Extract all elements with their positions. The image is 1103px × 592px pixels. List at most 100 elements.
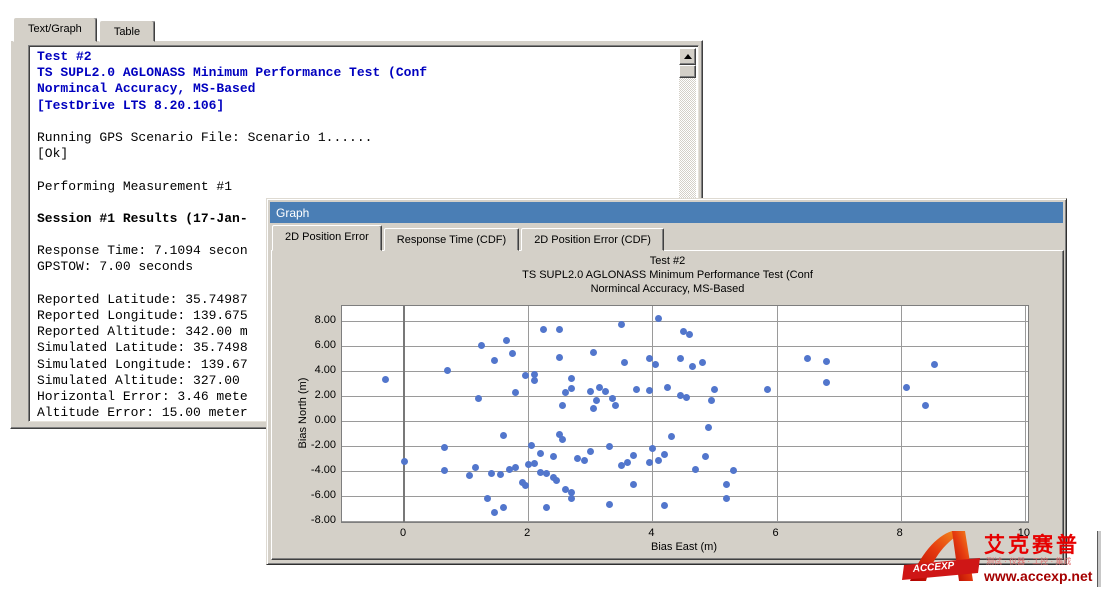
gridline-horizontal xyxy=(342,521,1028,522)
scatter-point xyxy=(683,394,690,401)
scatter-point xyxy=(522,372,529,379)
scatter-point xyxy=(677,355,684,362)
scatter-point xyxy=(823,379,830,386)
scatter-point xyxy=(568,385,575,392)
scatter-point xyxy=(568,375,575,382)
scatter-point xyxy=(484,495,491,502)
scatter-point xyxy=(668,433,675,440)
scatter-point xyxy=(624,459,631,466)
y-tick-label: -2.00 xyxy=(290,439,336,452)
scatter-point xyxy=(609,395,616,402)
x-tick-label: 2 xyxy=(507,527,547,539)
x-tick-label: 6 xyxy=(756,527,796,539)
scatter-point xyxy=(661,451,668,458)
scatter-point xyxy=(444,367,451,374)
scatter-point xyxy=(686,331,693,338)
scatter-point xyxy=(764,386,771,393)
tab-2d-position-error-cdf[interactable]: 2D Position Error (CDF) xyxy=(521,228,664,251)
axis-line-x0 xyxy=(403,306,405,522)
scatter-point xyxy=(646,459,653,466)
scatter-point xyxy=(500,504,507,511)
scatter-point xyxy=(903,384,910,391)
scatter-point xyxy=(702,453,709,460)
scroll-up-button[interactable] xyxy=(679,48,696,65)
chart-title-line1: Test #2 xyxy=(272,255,1063,267)
accexp-brand-cn: 艾克赛普 xyxy=(984,533,1080,557)
scatter-point xyxy=(922,402,929,409)
y-tick-label: -4.00 xyxy=(290,464,336,477)
console-line: [TestDrive LTS 8.20.106] xyxy=(37,98,678,114)
scatter-point xyxy=(699,359,706,366)
scatter-point xyxy=(711,386,718,393)
scatter-point xyxy=(606,443,613,450)
y-tick-label: 0.00 xyxy=(290,414,336,427)
scatter-point xyxy=(705,424,712,431)
scatter-point xyxy=(537,450,544,457)
scatter-point xyxy=(556,354,563,361)
scatter-point xyxy=(528,442,535,449)
accexp-url: www.accexp.net xyxy=(983,568,1093,584)
accexp-logo: ACCEXP 艾克赛普 测试 · 仪器 · 工控 · 集成 www.accexp… xyxy=(902,528,1103,587)
console-line: Normincal Accuracy, MS-Based xyxy=(37,81,678,97)
scatter-point xyxy=(646,355,653,362)
y-tick-label: 6.00 xyxy=(290,339,336,352)
console-line: Performing Measurement #1 xyxy=(37,179,678,195)
scrollbar-thumb[interactable] xyxy=(679,65,696,78)
tab-text-graph[interactable]: Text/Graph xyxy=(13,17,97,42)
tab-table[interactable]: Table xyxy=(99,20,155,42)
scatter-point xyxy=(618,321,625,328)
scatter-point xyxy=(621,359,628,366)
scatter-point xyxy=(503,337,510,344)
scatter-point xyxy=(497,471,504,478)
scatter-point xyxy=(723,495,730,502)
scatter-point xyxy=(655,457,662,464)
scatter-point xyxy=(543,504,550,511)
tab-response-time-cdf[interactable]: Response Time (CDF) xyxy=(384,228,519,251)
scatter-point xyxy=(488,470,495,477)
scatter-point xyxy=(602,388,609,395)
scatter-point xyxy=(630,452,637,459)
scatter-point xyxy=(472,464,479,471)
scatter-point xyxy=(559,436,566,443)
scatter-point xyxy=(522,482,529,489)
console-line: Test #2 xyxy=(37,49,678,65)
scatter-point xyxy=(661,502,668,509)
gridline-vertical xyxy=(528,306,529,522)
scatter-point xyxy=(689,363,696,370)
gridline-vertical xyxy=(1025,306,1026,522)
y-tick-label: 2.00 xyxy=(290,389,336,402)
tab-2d-position-error[interactable]: 2D Position Error xyxy=(272,225,382,251)
scatter-point xyxy=(649,445,656,452)
scatter-point xyxy=(723,481,730,488)
x-tick-label: 4 xyxy=(631,527,671,539)
scatter-point xyxy=(512,389,519,396)
console-line: [Ok] xyxy=(37,146,678,162)
gridline-horizontal xyxy=(342,346,1028,347)
scatter-point xyxy=(587,388,594,395)
gridline-horizontal xyxy=(342,421,1028,422)
scatter-point xyxy=(652,361,659,368)
graph-window: Graph 2D Position Error Response Time (C… xyxy=(266,198,1067,565)
console-line: TS SUPL2.0 AGLONASS Minimum Performance … xyxy=(37,65,678,81)
accexp-watermark: ACCEXP 艾克赛普 测试 · 仪器 · 工控 · 集成 www.accexp… xyxy=(902,528,1103,587)
scatter-point xyxy=(509,350,516,357)
scatter-point xyxy=(708,397,715,404)
console-line xyxy=(37,114,678,130)
scatter-point xyxy=(559,402,566,409)
scatter-point xyxy=(531,377,538,384)
chart-panel: Test #2 TS SUPL2.0 AGLONASS Minimum Perf… xyxy=(271,250,1064,560)
console-line xyxy=(37,162,678,178)
scatter-point xyxy=(500,432,507,439)
scatter-point xyxy=(593,397,600,404)
graph-titlebar[interactable]: Graph xyxy=(270,202,1063,223)
scatter-point xyxy=(730,467,737,474)
y-tick-label: -8.00 xyxy=(290,514,336,527)
scatter-point xyxy=(931,361,938,368)
gridline-horizontal xyxy=(342,496,1028,497)
graph-window-title: Graph xyxy=(276,206,309,220)
scatter-point xyxy=(590,405,597,412)
scatter-point xyxy=(581,457,588,464)
chart-title-line2: TS SUPL2.0 AGLONASS Minimum Performance … xyxy=(272,269,1063,281)
scatter-point xyxy=(556,326,563,333)
gridline-vertical xyxy=(901,306,902,522)
